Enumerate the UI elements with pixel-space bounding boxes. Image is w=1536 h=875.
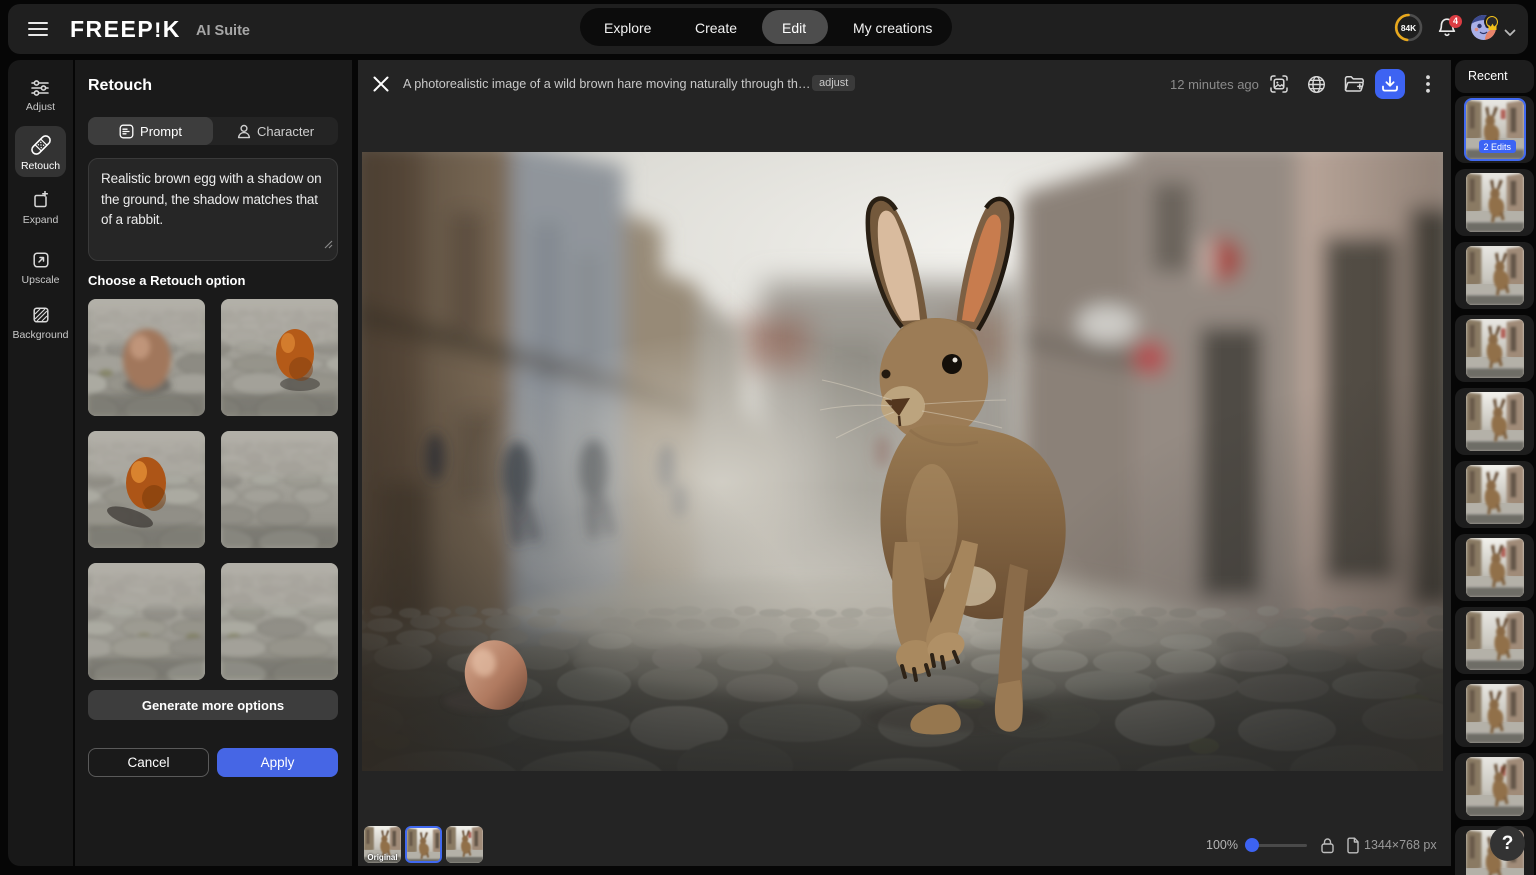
svg-text:84K: 84K	[1401, 23, 1416, 33]
